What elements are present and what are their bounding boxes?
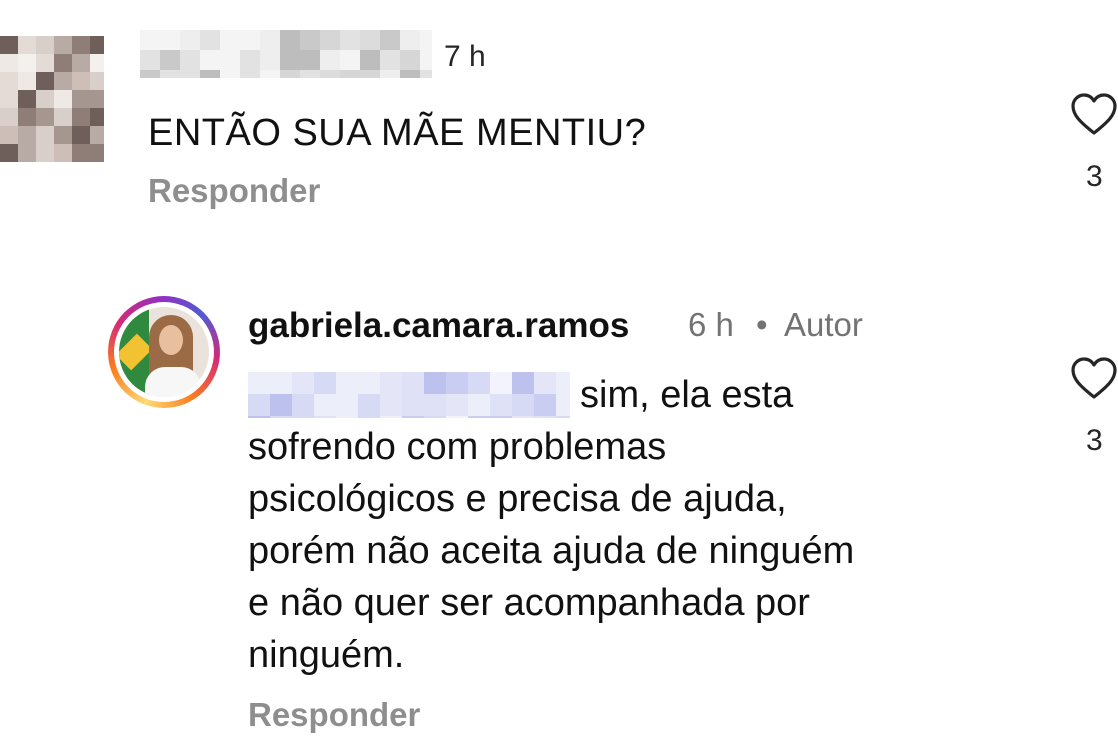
like-count: 3 [1086,160,1103,193]
comment-text-line: sim, ela esta [580,374,794,416]
heart-outline-icon[interactable] [1070,356,1118,400]
reply-button[interactable]: Responder [148,172,320,210]
author-badge: Autor [784,306,863,343]
profile-photo [119,307,209,397]
blurred-mention [248,372,570,418]
separator-dot: • [756,306,768,343]
comment-text-line: sofrendo com problemas [248,426,667,468]
comment-text-line: ninguém. [248,634,405,676]
heart-outline-icon[interactable] [1070,92,1118,136]
avatar[interactable] [108,296,220,408]
reply-button[interactable]: Responder [248,696,420,734]
comment-time: 6 h [688,306,734,343]
comment-text-line: psicológicos e precisa de ajuda, [248,478,787,520]
blurred-username [140,30,432,78]
avatar[interactable] [0,36,104,164]
like-count: 3 [1086,424,1103,457]
comment-text: ENTÃO SUA MÃE MENTIU? [148,112,647,154]
comment-time: 7 h [444,40,486,73]
comment-username[interactable]: gabriela.camara.ramos [248,306,629,346]
comment-text-line: e não quer ser acompanhada por [248,582,810,624]
comment-text-line: porém não aceita ajuda de ninguém [248,530,855,572]
